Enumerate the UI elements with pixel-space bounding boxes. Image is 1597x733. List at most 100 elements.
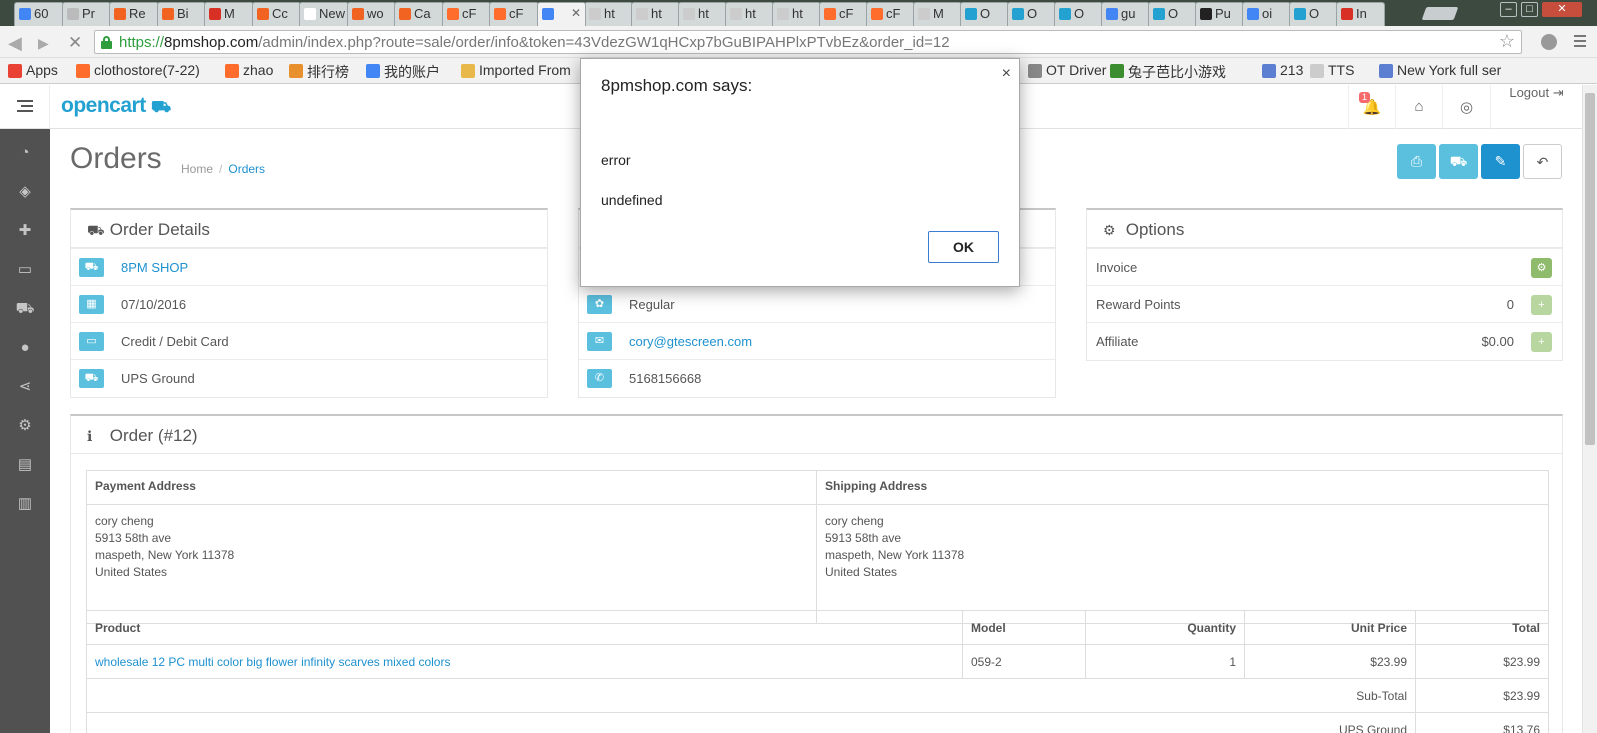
browser-tab[interactable]: New — [299, 2, 349, 26]
dialog-ok-button[interactable]: OK — [928, 231, 999, 263]
browser-tab[interactable]: oi — [1242, 2, 1291, 26]
bookmark-star-icon[interactable]: ☆ — [1499, 31, 1515, 52]
shipping-row: UPS Ground $13.76 — [86, 712, 1549, 733]
extensions-puzzle-icon[interactable]: ✚ — [15, 221, 35, 241]
shopping-cart-icon: ⛟ — [87, 222, 105, 238]
browser-tab[interactable]: O — [1148, 2, 1197, 26]
product-link[interactable]: wholesale 12 PC multi color big flower i… — [95, 655, 450, 669]
bookmark-item[interactable]: 213 — [1262, 62, 1303, 78]
store-icon: ⛟ — [79, 258, 104, 277]
browser-tab[interactable]: cF — [866, 2, 915, 26]
browser-tab[interactable]: ht — [725, 2, 774, 26]
browser-tab[interactable]: cF — [489, 2, 539, 26]
bookmark-item[interactable]: 兔子芭比小游戏 — [1110, 62, 1226, 82]
browser-tab[interactable]: O — [1007, 2, 1056, 26]
address-bar[interactable]: https://8pmshop.com/admin/index.php?rout… — [94, 30, 1522, 54]
browser-tab[interactable]: M — [913, 2, 962, 26]
extension-icon[interactable] — [1541, 34, 1557, 50]
life-ring-icon: ◎ — [1459, 99, 1474, 116]
breadcrumb-home[interactable]: Home — [181, 162, 213, 176]
browser-tab[interactable]: M — [204, 2, 254, 26]
bookmark-item[interactable]: New York full ser — [1379, 62, 1501, 78]
minimize-window-button[interactable]: – — [1500, 2, 1517, 17]
forward-icon[interactable]: ▶ — [38, 35, 49, 52]
reports-document-icon[interactable]: ▤ — [15, 455, 35, 475]
browser-tab[interactable]: wo — [347, 2, 396, 26]
browser-tab[interactable]: cF — [442, 2, 491, 26]
browser-tab[interactable]: Pr — [62, 2, 111, 26]
browser-tab[interactable]: Bi — [157, 2, 206, 26]
dashboard-icon[interactable]: ◔ — [15, 143, 35, 163]
bookmark-item[interactable]: OT Driver — [1028, 62, 1106, 78]
statistics-chart-icon[interactable]: ▥ — [15, 494, 35, 514]
browser-tab[interactable]: ht — [584, 2, 633, 26]
generate-invoice-button[interactable]: ⚙ — [1531, 258, 1552, 278]
browser-tab[interactable]: ✕ — [537, 2, 586, 26]
order-title: Order (#12) — [109, 426, 198, 445]
add-commission-button[interactable]: + — [1531, 332, 1552, 352]
products-table: Product Model Quantity Unit Price Total … — [86, 610, 1549, 733]
back-icon[interactable]: ◀ — [8, 33, 22, 54]
browser-tab[interactable]: Ca — [394, 2, 444, 26]
stop-icon[interactable]: ✕ — [68, 33, 82, 53]
dialog-close-icon[interactable]: × — [1002, 65, 1011, 83]
browser-tab[interactable]: ht — [772, 2, 821, 26]
bookmark-item[interactable]: Imported From — [461, 62, 571, 78]
customers-user-icon[interactable]: ● — [15, 338, 35, 358]
dialog-message-undefined: undefined — [601, 192, 663, 208]
browser-tab[interactable]: Pu — [1195, 2, 1244, 26]
close-window-button[interactable]: ✕ — [1542, 2, 1582, 17]
customer-email[interactable]: cory@gtescreen.com — [629, 334, 752, 349]
shipping-address-header: Shipping Address — [816, 470, 1549, 505]
customer-group-icon: ✿ — [587, 295, 612, 314]
browser-tab[interactable]: In — [1336, 2, 1385, 26]
tab-favicon-icon — [162, 8, 174, 20]
browser-tab[interactable]: O — [1289, 2, 1338, 26]
system-gear-icon[interactable]: ⚙ — [15, 416, 35, 436]
add-reward-button[interactable]: + — [1531, 295, 1552, 315]
home-button[interactable]: ⌂ — [1395, 85, 1442, 129]
menu-toggle-button[interactable] — [0, 85, 50, 129]
browser-menu-icon[interactable] — [1574, 35, 1586, 50]
help-button[interactable]: ◎ — [1442, 85, 1490, 129]
opencart-logo[interactable]: opencart ⛟ — [61, 94, 171, 118]
logout-button[interactable]: Logout ⇥ — [1490, 85, 1582, 129]
design-monitor-icon[interactable]: ▭ — [15, 260, 35, 280]
bookmark-item[interactable]: TTS — [1310, 62, 1354, 78]
browser-tab[interactable]: Re — [109, 2, 159, 26]
new-tab-button[interactable] — [1421, 7, 1459, 20]
browser-tab[interactable]: 60 — [14, 2, 64, 26]
dialog-title: 8pmshop.com says: — [601, 76, 753, 95]
bookmark-item[interactable]: 我的账户 — [366, 62, 440, 82]
tab-label: ht — [745, 6, 756, 21]
catalog-tags-icon[interactable]: ◈ — [15, 182, 35, 202]
browser-tab[interactable]: O — [1054, 2, 1103, 26]
breadcrumb-orders[interactable]: Orders — [228, 162, 265, 176]
bookmark-item[interactable]: zhao — [225, 62, 273, 78]
subtotal-row: Sub-Total $23.99 — [86, 678, 1549, 713]
browser-tab[interactable]: cF — [819, 2, 868, 26]
bookmark-item[interactable]: 排行榜 — [289, 62, 349, 82]
sales-cart-icon[interactable]: ⛟ — [15, 299, 35, 319]
reply-icon: ↶ — [1536, 154, 1549, 170]
page-scrollbar[interactable] — [1582, 85, 1597, 733]
bookmark-item[interactable]: clothostore(7-22) — [76, 62, 200, 78]
browser-tab[interactable]: Cc — [252, 2, 301, 26]
browser-tab[interactable]: gu — [1101, 2, 1150, 26]
scrollbar-thumb[interactable] — [1585, 93, 1595, 445]
edit-order-button[interactable]: ✎ — [1481, 144, 1520, 179]
tab-close-icon[interactable]: ✕ — [571, 6, 581, 20]
browser-tab[interactable]: ht — [631, 2, 680, 26]
sign-out-icon: ⇥ — [1552, 85, 1564, 100]
bookmark-label: New York full ser — [1397, 62, 1502, 78]
print-shipping-button[interactable]: ⛟ — [1439, 144, 1478, 179]
bookmark-item[interactable]: Apps — [8, 62, 58, 78]
marketing-share-icon[interactable]: ⋖ — [15, 377, 35, 397]
print-invoice-button[interactable]: ⎙ — [1397, 144, 1436, 179]
maximize-window-button[interactable]: □ — [1521, 2, 1538, 17]
back-button[interactable]: ↶ — [1523, 144, 1562, 179]
browser-tab[interactable]: O — [960, 2, 1009, 26]
notifications-button[interactable]: 1 🔔 — [1348, 85, 1395, 129]
store-link[interactable]: 8PM SHOP — [121, 260, 188, 275]
browser-tab[interactable]: ht — [678, 2, 727, 26]
